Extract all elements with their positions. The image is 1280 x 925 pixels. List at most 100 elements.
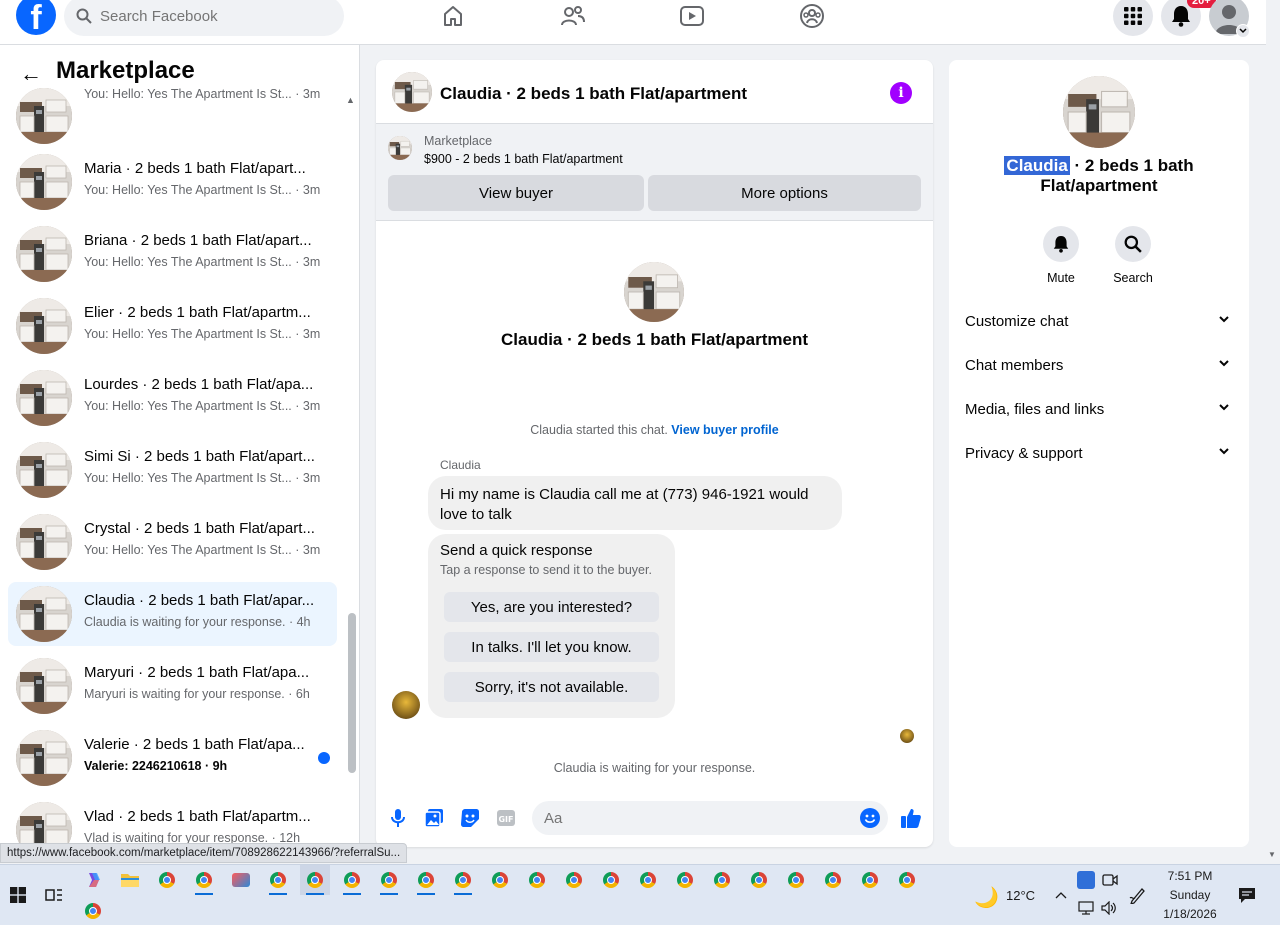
- chrome-taskbar-icon[interactable]: [559, 865, 589, 895]
- chrome-taskbar-icon[interactable]: [596, 865, 626, 895]
- windows-start-icon[interactable]: [3, 880, 33, 910]
- chrome-taskbar-icon[interactable]: [78, 896, 108, 925]
- more-options-button[interactable]: More options: [648, 175, 921, 211]
- meet-now-icon[interactable]: [1102, 873, 1118, 890]
- chrome-taskbar-icon[interactable]: [337, 865, 367, 895]
- clock-date[interactable]: 1/18/2026: [1156, 907, 1224, 921]
- details-avatar[interactable]: [1063, 76, 1135, 148]
- scroll-up-arrow-icon[interactable]: ▲: [346, 95, 355, 105]
- buyer-avatar[interactable]: [392, 691, 420, 719]
- task-view-icon[interactable]: [39, 880, 69, 910]
- running-indicator: [417, 893, 435, 895]
- media-files-links-section[interactable]: Media, files and links: [949, 388, 1249, 432]
- search-icon[interactable]: [1115, 226, 1151, 262]
- conversation-item[interactable]: Elier · 2 beds 1 bath Flat/apartm... You:…: [8, 294, 337, 358]
- file-explorer-icon[interactable]: [115, 865, 145, 895]
- chrome-taskbar-icon[interactable]: [522, 865, 552, 895]
- groups-icon[interactable]: [798, 2, 826, 30]
- incoming-message[interactable]: Hi my name is Claudia call me at (773) 9…: [428, 476, 842, 530]
- weather-moon-icon[interactable]: 🌙: [974, 885, 999, 910]
- notification-center-icon[interactable]: [1238, 886, 1256, 907]
- copilot-icon[interactable]: [78, 865, 108, 895]
- conversation-item[interactable]: Crystal · 2 beds 1 bath Flat/apart... You…: [8, 510, 337, 574]
- conversation-name: Claudia · 2 beds 1 bath Flat/apartment: [500, 330, 808, 349]
- listing-price[interactable]: $900 - 2 beds 1 bath Flat/apartment: [424, 152, 623, 166]
- show-hidden-icons-chevron-icon[interactable]: [1054, 887, 1068, 903]
- conversation-item[interactable]: You: Hello: Yes The Apartment Is St... ·…: [8, 84, 337, 148]
- chrome-taskbar-icon[interactable]: [189, 865, 219, 895]
- view-buyer-button[interactable]: View buyer: [388, 175, 644, 211]
- conversation-item[interactable]: Maria · 2 beds 1 bath Flat/apart... You: …: [8, 150, 337, 214]
- chrome-taskbar-icon[interactable]: [855, 865, 885, 895]
- page-scroll-down-icon[interactable]: ▼: [1268, 850, 1276, 859]
- listing-thumbnail: [16, 226, 72, 282]
- search-input[interactable]: [100, 7, 320, 25]
- home-icon[interactable]: [439, 2, 467, 30]
- pen-ink-icon[interactable]: [1129, 886, 1147, 907]
- chevron-down-icon: [1219, 404, 1229, 411]
- mute-button[interactable]: Mute: [1031, 226, 1091, 285]
- conversation-item[interactable]: Lourdes · 2 beds 1 bath Flat/apa... You: …: [8, 366, 337, 430]
- watch-icon[interactable]: [678, 2, 706, 30]
- page-scrollbar[interactable]: [1266, 0, 1280, 864]
- network-icon[interactable]: [1078, 901, 1094, 918]
- chrome-taskbar-icon[interactable]: [263, 865, 293, 895]
- chrome-taskbar-icon[interactable]: [670, 865, 700, 895]
- chrome-taskbar-icon[interactable]: [300, 865, 330, 895]
- conversation-item[interactable]: Briana · 2 beds 1 bath Flat/apart... You:…: [8, 222, 337, 286]
- conversation-item[interactable]: Maryuri · 2 beds 1 bath Flat/apa... Maryu…: [8, 654, 337, 718]
- chrome-taskbar-icon[interactable]: [633, 865, 663, 895]
- listing-thumbnail[interactable]: [388, 136, 412, 160]
- volume-icon[interactable]: [1101, 900, 1117, 918]
- quick-reply-button[interactable]: Yes, are you interested?: [444, 592, 659, 622]
- facebook-search-box[interactable]: [64, 0, 344, 36]
- weather-temperature[interactable]: 12°C: [1006, 888, 1035, 903]
- friends-icon[interactable]: [559, 2, 587, 30]
- like-thumb-icon[interactable]: [899, 806, 923, 830]
- search-in-conversation-button[interactable]: Search: [1103, 226, 1163, 285]
- chrome-taskbar-icon[interactable]: [374, 865, 404, 895]
- clock-time[interactable]: 7:51 PM: [1156, 869, 1224, 883]
- info-icon[interactable]: i: [890, 82, 912, 104]
- emoji-icon[interactable]: [860, 808, 880, 828]
- chrome-taskbar-icon[interactable]: [818, 865, 848, 895]
- photos-app-icon[interactable]: [226, 865, 256, 895]
- view-buyer-profile-link[interactable]: View buyer profile: [671, 423, 778, 437]
- message-input[interactable]: [544, 809, 844, 827]
- chrome-taskbar-icon[interactable]: [781, 865, 811, 895]
- onedrive-icon[interactable]: [1077, 871, 1095, 889]
- message-composer[interactable]: [532, 801, 888, 835]
- gif-icon[interactable]: GIF: [495, 807, 517, 829]
- photo-icon[interactable]: [423, 807, 445, 829]
- sticker-icon[interactable]: [459, 807, 481, 829]
- clock-day[interactable]: Sunday: [1156, 888, 1224, 902]
- quick-reply-button[interactable]: In talks. I'll let you know.: [444, 632, 659, 662]
- privacy-support-section[interactable]: Privacy & support: [949, 432, 1249, 476]
- running-indicator: [380, 893, 398, 895]
- facebook-logo[interactable]: f: [16, 0, 56, 35]
- conversation-item[interactable]: Simi Si · 2 beds 1 bath Flat/apart... You…: [8, 438, 337, 502]
- quick-reply-button[interactable]: Sorry, it's not available.: [444, 672, 659, 702]
- chrome-taskbar-icon[interactable]: [152, 865, 182, 895]
- chrome-taskbar-icon[interactable]: [707, 865, 737, 895]
- account-chevron-icon[interactable]: [1236, 24, 1250, 38]
- microphone-icon[interactable]: [387, 807, 409, 829]
- chat-members-section[interactable]: Chat members: [949, 344, 1249, 388]
- chrome-taskbar-icon[interactable]: [744, 865, 774, 895]
- conversation-title: Vlad · 2 beds 1 bath Flat/apartm...: [84, 808, 311, 825]
- conversation-title: Simi Si · 2 beds 1 bath Flat/apart...: [84, 448, 315, 465]
- conversation-item[interactable]: Vlad · 2 beds 1 bath Flat/apartm... Vlad …: [8, 798, 337, 845]
- chat-header-avatar[interactable]: [392, 72, 432, 112]
- chat-header-title[interactable]: Claudia · 2 beds 1 bath Flat/apartment: [440, 84, 747, 104]
- sidebar-scrollbar-thumb[interactable]: [348, 613, 356, 773]
- bell-icon[interactable]: [1043, 226, 1079, 262]
- chrome-taskbar-icon[interactable]: [485, 865, 515, 895]
- chrome-taskbar-icon[interactable]: [448, 865, 478, 895]
- chrome-taskbar-icon[interactable]: [892, 865, 922, 895]
- menu-grid-button[interactable]: [1113, 0, 1153, 36]
- customize-chat-section[interactable]: Customize chat: [949, 300, 1249, 344]
- conversation-avatar[interactable]: [624, 262, 684, 322]
- chrome-taskbar-icon[interactable]: [411, 865, 441, 895]
- conversation-item[interactable]: Valerie · 2 beds 1 bath Flat/apa... Valer…: [8, 726, 337, 790]
- conversation-item[interactable]: Claudia · 2 beds 1 bath Flat/apar... Clau…: [8, 582, 337, 646]
